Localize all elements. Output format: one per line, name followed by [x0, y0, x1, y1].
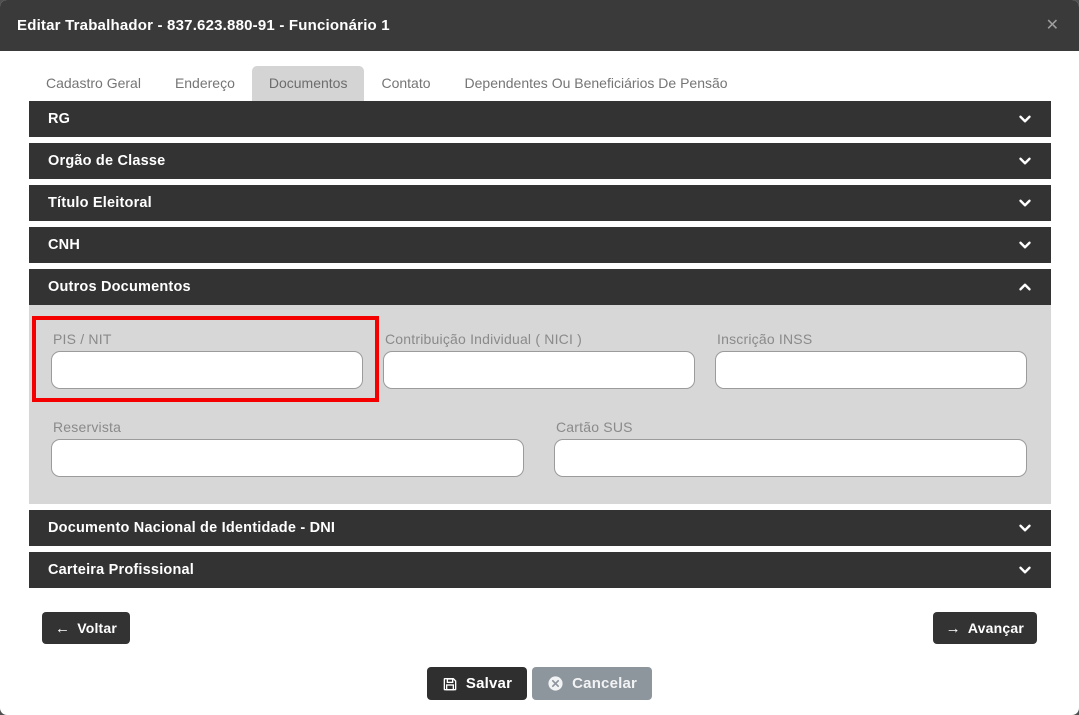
cancelar-button[interactable]: Cancelar	[532, 667, 653, 700]
documents-accordion: RG Orgão de Classe Título Eleitoral CNH	[29, 101, 1051, 588]
modal-header: Editar Trabalhador - 837.623.880-91 - Fu…	[0, 0, 1079, 51]
nav-button-row: ← Voltar → Avançar	[42, 612, 1037, 644]
avancar-button[interactable]: → Avançar	[932, 612, 1037, 644]
chevron-down-icon	[1016, 194, 1034, 212]
section-outros-documentos[interactable]: Outros Documentos	[29, 269, 1051, 305]
section-carteira-label: Carteira Profissional	[48, 562, 195, 578]
section-outros-label: Outros Documentos	[48, 279, 191, 295]
salvar-label: Salvar	[465, 675, 513, 692]
field-cartao-sus: Cartão SUS	[554, 419, 1027, 477]
reservista-label: Reservista	[53, 419, 122, 435]
section-titulo-eleitoral[interactable]: Título Eleitoral	[29, 185, 1051, 221]
field-contribuicao-individual: Contribuição Individual ( NICI )	[383, 331, 695, 389]
chevron-down-icon	[1016, 152, 1034, 170]
arrow-left-icon: ←	[55, 619, 71, 637]
salvar-button[interactable]: Salvar	[426, 667, 528, 700]
section-orgao-de-classe[interactable]: Orgão de Classe	[29, 143, 1051, 179]
avancar-label: Avançar	[967, 620, 1024, 636]
cartao-sus-input[interactable]	[554, 439, 1027, 477]
section-rg[interactable]: RG	[29, 101, 1051, 137]
field-inscricao-inss: Inscrição INSS	[715, 331, 1027, 389]
chevron-down-icon	[1016, 519, 1034, 537]
pis-nit-label: PIS / NIT	[53, 331, 112, 347]
circle-x-icon	[547, 675, 564, 692]
chevron-down-icon	[1016, 110, 1034, 128]
chevron-down-icon	[1016, 236, 1034, 254]
section-orgao-label: Orgão de Classe	[48, 153, 166, 169]
field-pis-nit: PIS / NIT	[32, 316, 379, 402]
section-cnh[interactable]: CNH	[29, 227, 1051, 263]
floppy-disk-icon	[442, 676, 458, 692]
section-carteira-profissional[interactable]: Carteira Profissional	[29, 552, 1051, 588]
modal-title: Editar Trabalhador - 837.623.880-91 - Fu…	[17, 17, 390, 34]
action-button-row: Salvar Cancelar	[0, 667, 1079, 700]
tab-endereco[interactable]: Endereço	[158, 66, 252, 101]
voltar-button[interactable]: ← Voltar	[42, 612, 131, 644]
section-dni-label: Documento Nacional de Identidade - DNI	[48, 520, 336, 536]
contribuicao-individual-input[interactable]	[383, 351, 695, 389]
tab-dependentes[interactable]: Dependentes Ou Beneficiários De Pensão	[448, 66, 745, 101]
chevron-up-icon	[1016, 278, 1034, 296]
cartao-sus-label: Cartão SUS	[556, 419, 633, 435]
tab-cadastro-geral[interactable]: Cadastro Geral	[29, 66, 158, 101]
section-rg-label: RG	[48, 111, 71, 127]
contribuicao-individual-label: Contribuição Individual ( NICI )	[385, 331, 583, 347]
tab-documentos[interactable]: Documentos	[251, 66, 365, 101]
section-dni[interactable]: Documento Nacional de Identidade - DNI	[29, 510, 1051, 546]
field-reservista: Reservista	[51, 419, 524, 477]
close-icon[interactable]: ✕	[1046, 17, 1059, 34]
inscricao-inss-input[interactable]	[715, 351, 1027, 389]
cancelar-label: Cancelar	[572, 675, 638, 692]
voltar-label: Voltar	[77, 620, 118, 636]
section-titulo-label: Título Eleitoral	[48, 195, 152, 211]
section-cnh-label: CNH	[48, 237, 81, 253]
chevron-down-icon	[1016, 561, 1034, 579]
outros-documentos-panel: PIS / NIT Contribuição Individual ( NICI…	[29, 305, 1051, 504]
inscricao-inss-label: Inscrição INSS	[717, 331, 813, 347]
tab-contato[interactable]: Contato	[364, 66, 447, 101]
reservista-input[interactable]	[51, 439, 524, 477]
edit-worker-modal: Editar Trabalhador - 837.623.880-91 - Fu…	[0, 0, 1079, 715]
arrow-right-icon: →	[945, 619, 961, 637]
tab-bar: Cadastro Geral Endereço Documentos Conta…	[29, 66, 1050, 101]
pis-nit-input[interactable]	[51, 351, 363, 389]
